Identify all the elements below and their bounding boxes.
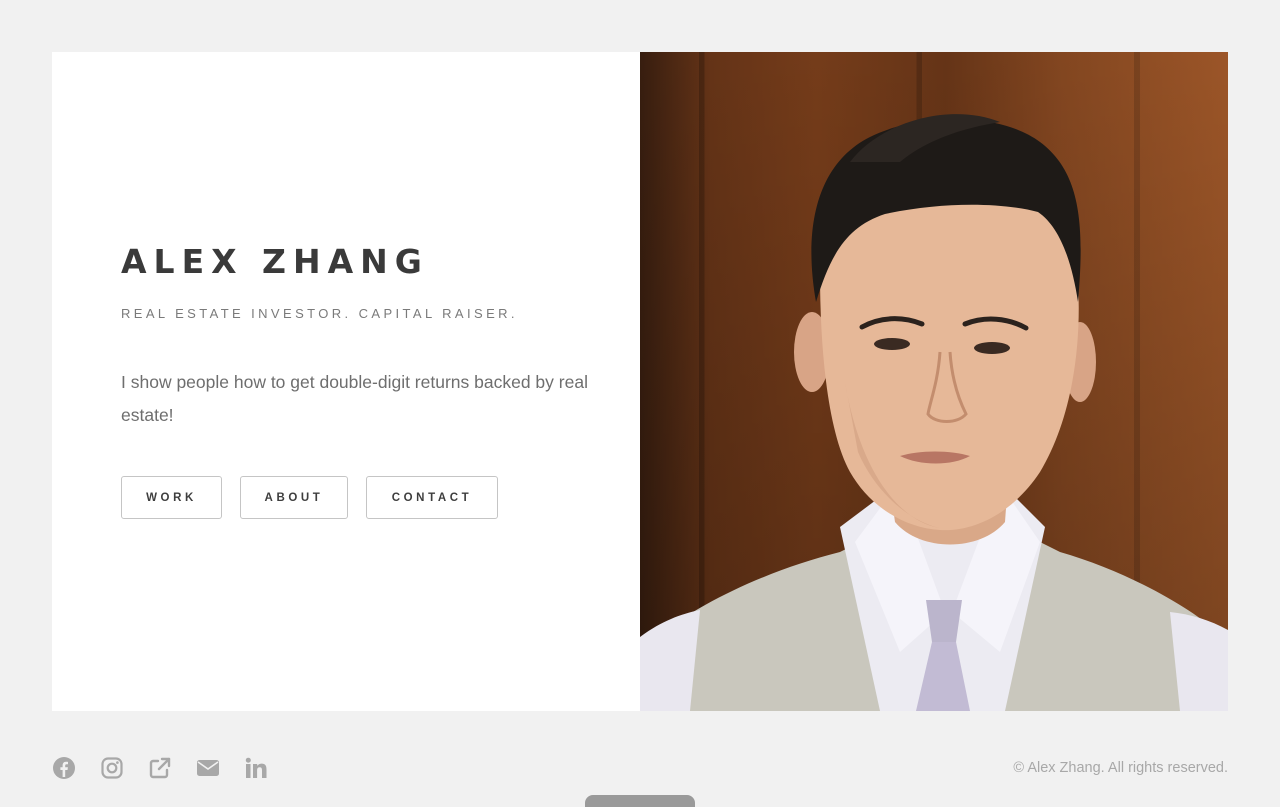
intro-block: ALEX ZHANG REAL ESTATE INVESTOR. CAPITAL… <box>121 242 591 519</box>
nav-buttons: WORK ABOUT CONTACT <box>121 476 591 519</box>
portrait-photo <box>640 52 1228 711</box>
contact-button[interactable]: CONTACT <box>366 476 498 519</box>
copyright-text: © Alex Zhang. All rights reserved. <box>1013 760 1228 776</box>
social-links <box>52 756 268 780</box>
linkedin-icon[interactable] <box>244 756 268 780</box>
portrait-illustration <box>640 114 1228 711</box>
about-button[interactable]: ABOUT <box>240 476 348 519</box>
tagline: REAL ESTATE INVESTOR. CAPITAL RAISER. <box>121 306 518 321</box>
footer: © Alex Zhang. All rights reserved. <box>52 752 1228 784</box>
bio-text: I show people how to get double-digit re… <box>121 372 588 425</box>
work-button[interactable]: WORK <box>121 476 222 519</box>
facebook-icon[interactable] <box>52 756 76 780</box>
instagram-icon[interactable] <box>100 756 124 780</box>
envelope-icon[interactable] <box>196 756 220 780</box>
page-title: ALEX ZHANG <box>121 242 429 281</box>
external-link-icon[interactable] <box>148 756 172 780</box>
hero-card: ALEX ZHANG REAL ESTATE INVESTOR. CAPITAL… <box>52 52 1228 711</box>
scroll-tab[interactable] <box>585 795 695 807</box>
intro-panel: ALEX ZHANG REAL ESTATE INVESTOR. CAPITAL… <box>52 52 640 711</box>
